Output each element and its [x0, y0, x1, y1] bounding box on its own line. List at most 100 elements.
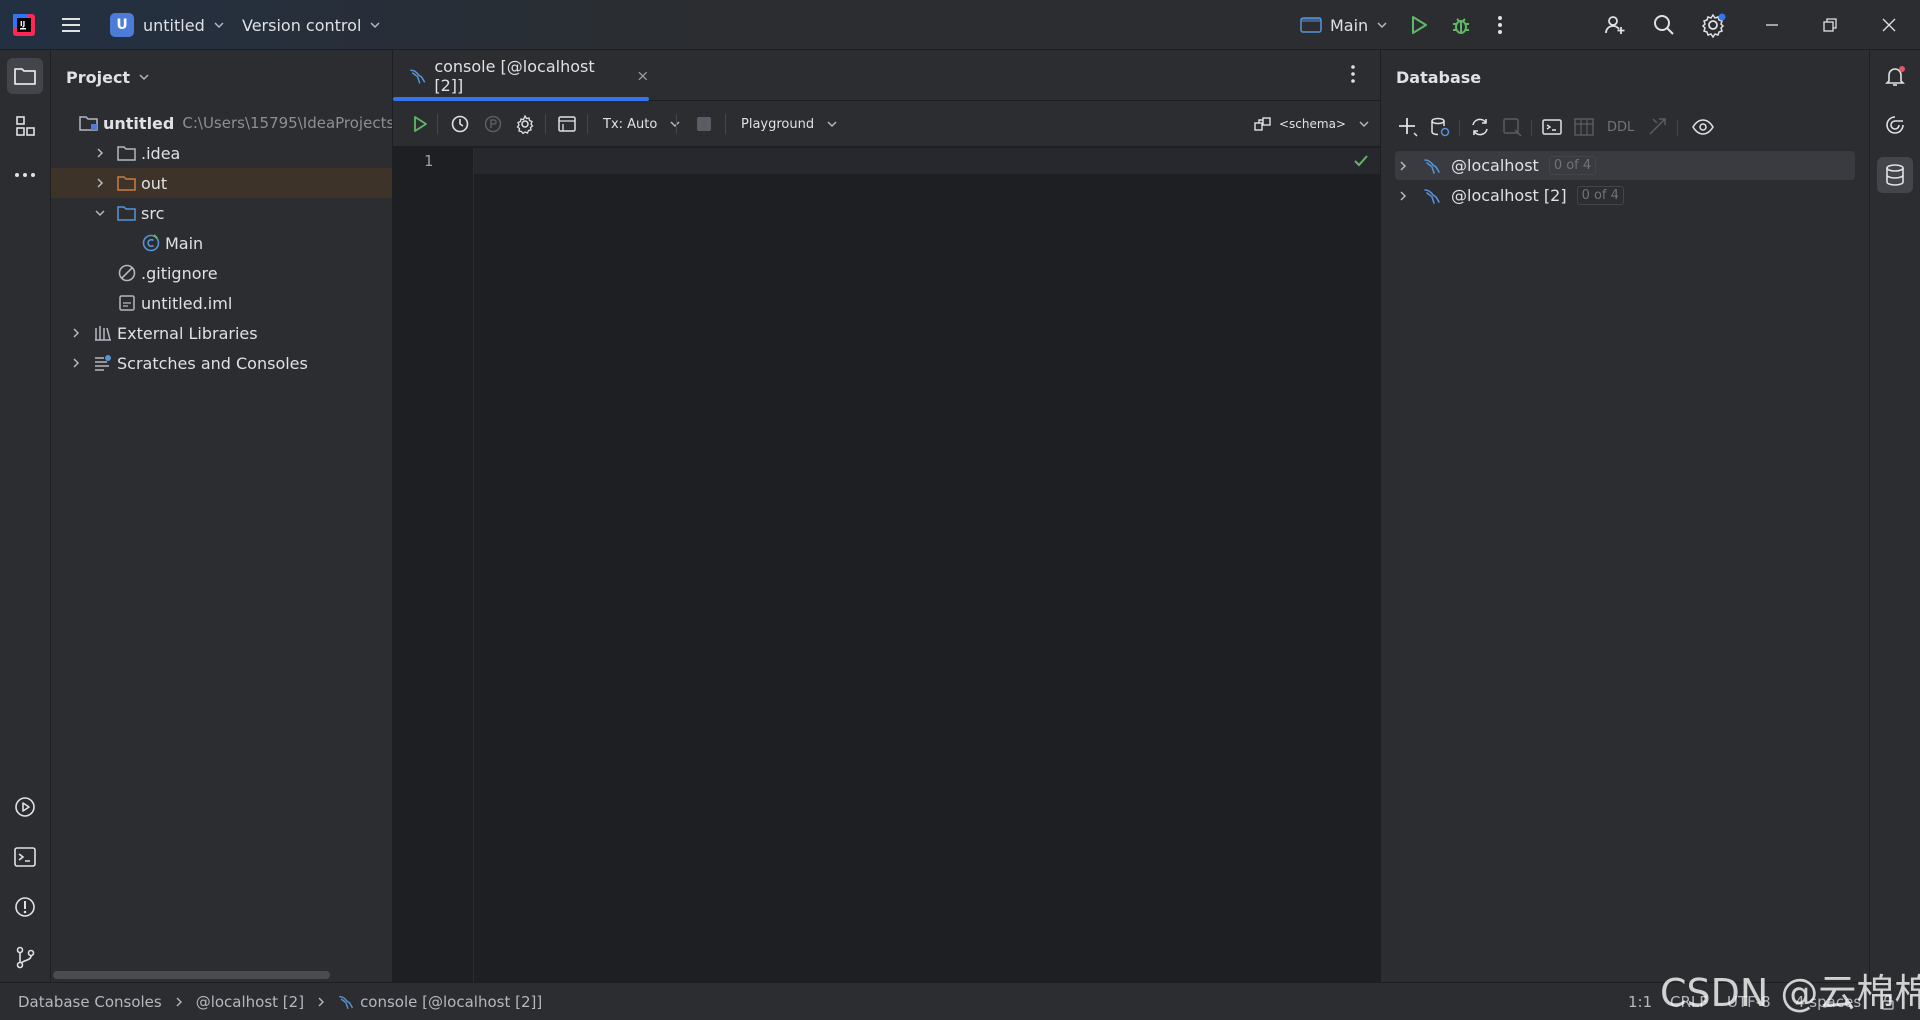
chevron-down-icon — [1359, 121, 1369, 128]
mysql-dolphin-icon — [339, 995, 353, 1009]
tab-options-icon[interactable] — [1349, 64, 1357, 84]
transaction-mode-dropdown[interactable]: Tx: Auto — [603, 101, 681, 147]
watermark: CSDN @云棉棉 — [1660, 971, 1920, 1015]
table-editor-icon[interactable] — [1573, 116, 1595, 138]
refresh-icon[interactable] — [1469, 116, 1491, 138]
compare-icon[interactable] — [1647, 116, 1669, 138]
ai-assistant-icon[interactable] — [1877, 107, 1913, 143]
datasource-name: @localhost [2] — [1451, 186, 1567, 205]
run-config-selector[interactable]: Main — [1300, 0, 1388, 50]
datasource-count-badge: 0 of 4 — [1548, 156, 1597, 175]
source-folder-icon — [117, 203, 137, 223]
git-icon[interactable] — [7, 939, 43, 975]
chevron-down-icon — [139, 74, 149, 81]
toolbar-separator — [1459, 120, 1460, 136]
structure-tool-icon[interactable] — [7, 108, 43, 144]
root-name: untitled — [103, 113, 175, 133]
chevron-down-icon — [95, 210, 105, 217]
close-window-icon[interactable] — [1882, 0, 1896, 50]
chevron-right-icon — [1400, 190, 1407, 201]
tree-label: out — [141, 173, 168, 193]
search-icon[interactable] — [1652, 0, 1676, 50]
debug-icon[interactable] — [1450, 0, 1472, 50]
editor-gutter — [393, 148, 474, 982]
editor-tab-bar: console [@localhost [2]] — [393, 50, 1380, 101]
tree-node-out[interactable]: out — [51, 168, 392, 198]
ddl-button[interactable]: DDL — [1607, 116, 1634, 138]
history-icon[interactable] — [450, 101, 470, 147]
toolbar-separator — [437, 114, 438, 134]
tree-node-src[interactable]: src — [51, 198, 392, 228]
view-options-eye-icon[interactable] — [1691, 116, 1715, 138]
chevron-right-icon — [97, 148, 104, 158]
tree-node-scratches[interactable]: Scratches and Consoles — [51, 348, 392, 378]
horizontal-scrollbar[interactable] — [53, 971, 330, 979]
close-tab-icon[interactable] — [637, 70, 649, 82]
database-tool-icon[interactable] — [1877, 157, 1913, 193]
schema-label: <schema> — [1279, 117, 1346, 131]
sql-editor-input[interactable] — [474, 148, 1368, 982]
editor-tab-console[interactable]: console [@localhost [2]] — [393, 50, 649, 101]
run-icon[interactable] — [1408, 0, 1430, 50]
tree-node-idea[interactable]: .idea — [51, 138, 392, 168]
console-settings-icon[interactable] — [515, 101, 535, 147]
tree-node-iml[interactable]: untitled.iml — [51, 288, 392, 318]
tree-node-external-libraries[interactable]: External Libraries — [51, 318, 392, 348]
tree-node-root[interactable]: untitled C:\Users\15795\IdeaProjects\ — [51, 108, 392, 138]
services-icon[interactable] — [7, 789, 43, 825]
settings-gear-icon[interactable] — [1701, 0, 1727, 50]
chevron-down-icon — [214, 22, 224, 29]
chevron-right-icon — [1400, 160, 1407, 171]
project-panel-header[interactable]: Project — [66, 50, 150, 104]
java-class-icon — [141, 233, 161, 253]
tx-mode-label: Tx: Auto — [603, 116, 658, 132]
breadcrumb-item[interactable]: @localhost [2] — [196, 993, 304, 1011]
tree-label: untitled.iml — [141, 293, 233, 313]
more-actions-icon[interactable] — [1496, 0, 1504, 50]
output-layout-icon[interactable] — [557, 101, 577, 147]
notifications-bell-icon[interactable] — [1877, 58, 1913, 94]
add-datasource-icon[interactable] — [1397, 116, 1419, 138]
chevron-down-icon — [1377, 22, 1387, 29]
application-icon — [1300, 17, 1322, 33]
restore-window-icon[interactable] — [1823, 0, 1837, 50]
datasource-row[interactable]: @localhost 0 of 4 — [1395, 151, 1855, 180]
mysql-dolphin-icon — [1424, 158, 1440, 174]
disconnect-icon[interactable] — [1501, 116, 1523, 138]
caret-position[interactable]: 1:1 — [1628, 983, 1652, 1020]
chevron-right-icon — [97, 178, 104, 188]
pin-disabled-icon[interactable] — [483, 101, 503, 147]
app-logo-icon[interactable]: IJ — [12, 0, 36, 50]
mysql-dolphin-icon — [1424, 188, 1440, 204]
database-panel: Database DDL @localhost 0 of 4 @localhos… — [1380, 50, 1869, 982]
terminal-icon[interactable] — [7, 839, 43, 875]
minimize-window-icon[interactable] — [1765, 0, 1779, 50]
chevron-down-icon — [370, 22, 380, 29]
execute-icon[interactable] — [411, 101, 429, 147]
version-control-menu[interactable]: Version control — [242, 0, 381, 50]
database-panel-title: Database — [1396, 67, 1482, 87]
stop-icon[interactable] — [696, 101, 712, 147]
jump-to-console-icon[interactable] — [1541, 116, 1563, 138]
datasource-properties-icon[interactable] — [1429, 116, 1451, 138]
chevron-right-icon — [176, 997, 182, 1007]
tree-node-gitignore[interactable]: .gitignore — [51, 258, 392, 288]
schema-selector[interactable]: <schema> — [1253, 101, 1370, 147]
project-name: untitled — [143, 15, 205, 35]
project-widget[interactable]: U untitled — [110, 0, 225, 50]
breadcrumb-item[interactable]: Database Consoles — [18, 993, 162, 1011]
breadcrumb-item[interactable]: console [@localhost [2]] — [360, 993, 542, 1011]
more-tools-icon[interactable] — [7, 157, 43, 193]
toolbar-separator — [1677, 120, 1678, 136]
right-tool-strip — [1869, 50, 1920, 982]
tree-node-main[interactable]: Main — [51, 228, 392, 258]
toolbar-separator — [676, 114, 677, 134]
status-bar: Database Consoles @localhost [2] console… — [0, 982, 1920, 1020]
code-with-me-icon[interactable] — [1603, 0, 1627, 50]
datasource-row[interactable]: @localhost [2] 0 of 4 — [1395, 181, 1855, 210]
main-menu-icon[interactable] — [60, 0, 82, 50]
module-folder-icon — [79, 113, 99, 133]
playground-dropdown[interactable]: Playground — [741, 101, 838, 147]
problems-icon[interactable] — [7, 889, 43, 925]
project-tool-icon[interactable] — [7, 58, 43, 94]
